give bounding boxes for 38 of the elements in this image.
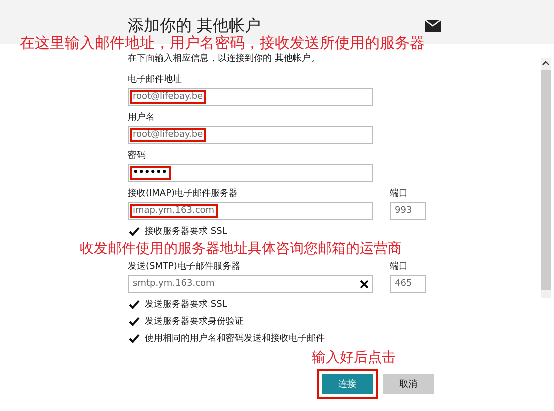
annotation-text: 在这里输入邮件地址，用户名密码，接收发送所使用的服务器 [20, 34, 425, 53]
port-field[interactable]: 993 [390, 202, 426, 220]
field-value: imap.ym.163.com [132, 206, 216, 216]
port-field[interactable]: 465 [390, 275, 426, 293]
scrollbar[interactable] [541, 58, 551, 298]
scroll-up-icon[interactable] [542, 61, 550, 66]
field-value: •••••• [132, 168, 169, 178]
checkbox-label: 发送服务器要求 SSL [145, 298, 228, 311]
dialog-title: 添加你的 其他帐户 [128, 16, 262, 35]
checkbox[interactable] [128, 226, 140, 238]
annotation-text: 收发邮件使用的服务器地址具体咨询您邮箱的运营商 [80, 240, 402, 258]
field-label: 发送(SMTP)电子邮件服务器 [128, 260, 242, 273]
input-field[interactable]: smtp.ym.163.com [128, 275, 373, 293]
input-field[interactable]: root@lifebay.be [128, 88, 373, 106]
field-value: smtp.ym.163.com [132, 279, 216, 289]
cancel-button[interactable]: 取消 [383, 374, 434, 394]
input-field[interactable]: root@lifebay.be [128, 126, 373, 144]
checkbox[interactable] [128, 298, 140, 310]
port-label: 端口 [390, 260, 409, 273]
checkbox-label: 发送服务器要求身份验证 [145, 316, 244, 328]
connect-button[interactable]: 连接 [322, 374, 373, 394]
field-value: root@lifebay.be [132, 130, 204, 140]
instruction-text: 在下面输入相应信息，以连接到你的 其他帐户。 [128, 52, 321, 65]
checkbox[interactable] [128, 332, 140, 344]
checkbox-label: 接收服务器要求 SSL [145, 226, 228, 238]
checkbox[interactable] [128, 316, 140, 328]
clear-icon[interactable] [360, 280, 369, 288]
port-label: 端口 [390, 188, 409, 200]
field-value: root@lifebay.be [132, 92, 204, 102]
field-label: 密码 [128, 150, 147, 162]
input-field[interactable]: •••••• [128, 164, 373, 182]
field-label: 用户名 [128, 112, 156, 124]
field-label: 接收(IMAP)电子邮件服务器 [128, 188, 240, 200]
input-field[interactable]: imap.ym.163.com [128, 202, 373, 220]
field-label: 电子邮件地址 [128, 74, 183, 86]
checkbox-label: 使用相同的用户名和密码发送和接收电子邮件 [145, 332, 325, 345]
annotation-text: 输入好后点击 [312, 349, 396, 367]
mail-icon [425, 20, 441, 32]
